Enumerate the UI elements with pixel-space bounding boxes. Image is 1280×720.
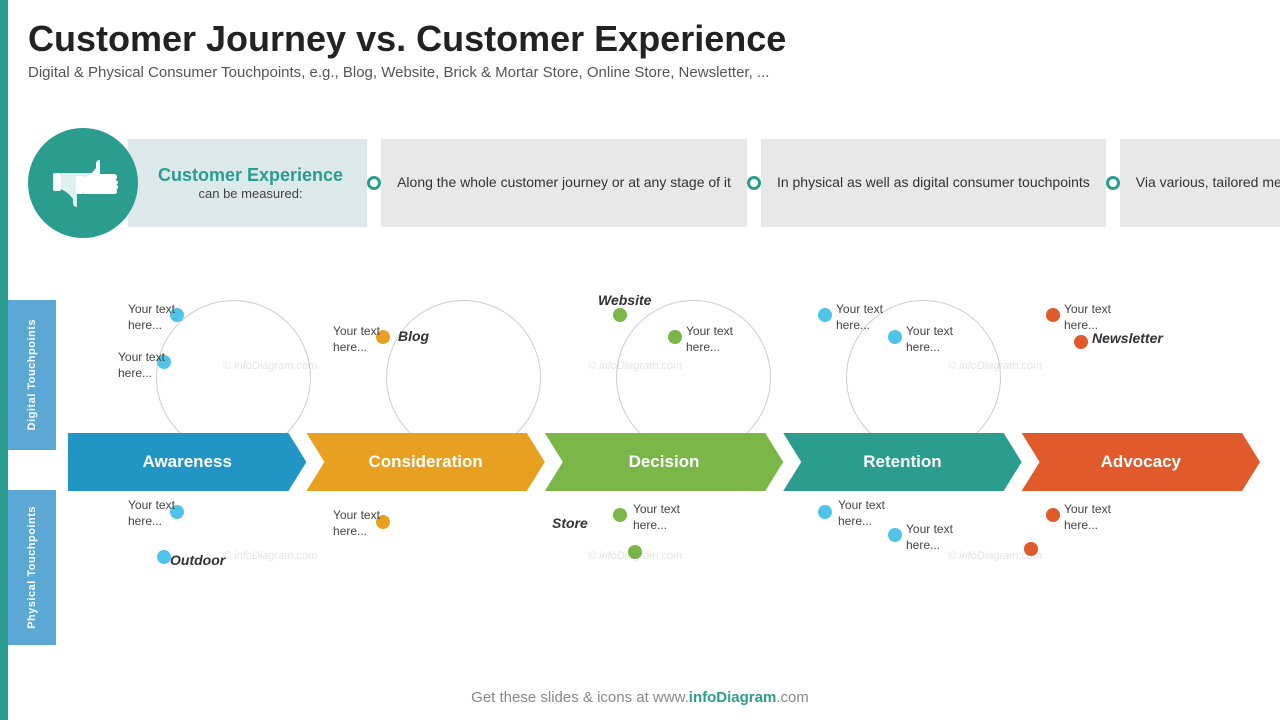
tp-label-d7: Your texthere... xyxy=(906,324,953,355)
sidebar-digital-text: Digital Touchpoints xyxy=(26,319,38,430)
tp-label-p1: Your texthere... xyxy=(128,498,175,529)
tp-dot-d9 xyxy=(1074,335,1088,349)
watermark-6: © infoDiagram.com xyxy=(948,550,1042,562)
journey-circle-3 xyxy=(616,300,771,455)
connector-3 xyxy=(1106,176,1120,190)
watermark-2: © infoDiagram.com xyxy=(588,360,682,372)
tp-label-d3: Your texthere... xyxy=(333,324,380,355)
tp-label-p6: Your texthere... xyxy=(838,498,885,529)
tp-dot-p7 xyxy=(888,528,902,542)
tp-dot-p1 xyxy=(170,505,184,519)
cx-point-1: Along the whole customer journey or at a… xyxy=(381,139,747,227)
arrow-advocacy: Advocacy xyxy=(1022,433,1260,491)
footer-text-pre: Get these slides & icons at www. xyxy=(471,689,689,706)
thumbs-icon xyxy=(48,156,118,211)
tp-label-d6: Your texthere... xyxy=(836,302,883,333)
page-title: Customer Journey vs. Customer Experience xyxy=(28,18,786,60)
tp-label-outdoor: Outdoor xyxy=(170,552,225,568)
tp-dot-p2 xyxy=(157,550,171,564)
cx-point-3: Via various, tailored methodologies xyxy=(1120,139,1280,227)
arrow-row: Awareness Consideration Decision Retenti… xyxy=(68,433,1260,491)
arrow-consideration: Consideration xyxy=(306,433,544,491)
tp-dot-d7 xyxy=(888,330,902,344)
watermark-3: © infoDiagram.com xyxy=(948,360,1042,372)
sidebar-physical-text: Physical Touchpoints xyxy=(26,506,38,629)
tp-label-p4: Your texthere... xyxy=(633,502,680,533)
cx-label-box: Customer Experience can be measured: xyxy=(128,139,367,227)
cx-label-title: Customer Experience xyxy=(158,165,343,186)
tp-dot-p5 xyxy=(628,545,642,559)
tp-label-blog: Blog xyxy=(398,328,429,344)
sidebar-digital-label: Digital Touchpoints xyxy=(8,300,56,450)
tp-dot-d1 xyxy=(170,308,184,322)
tp-label-website: Website xyxy=(598,292,651,308)
cx-label-subtitle: can be measured: xyxy=(158,186,343,201)
tp-dot-d4 xyxy=(613,308,627,322)
connector-2 xyxy=(747,176,761,190)
watermark-4: © infoDiagram.com xyxy=(223,550,317,562)
watermark-1: © infoDiagram.com xyxy=(223,360,317,372)
connector-1 xyxy=(367,176,381,190)
tp-label-p7: Your texthere... xyxy=(906,522,953,553)
tp-dot-d2 xyxy=(157,355,171,369)
tp-dot-p3 xyxy=(376,515,390,529)
tp-label-p8: Your texthere... xyxy=(1064,502,1111,533)
tp-dot-d6 xyxy=(818,308,832,322)
tp-label-d5: Your texthere... xyxy=(686,324,733,355)
footer-text-post: .com xyxy=(776,689,809,706)
tp-dot-p9 xyxy=(1024,542,1038,556)
cx-icon-circle xyxy=(28,128,138,238)
tp-dot-d8 xyxy=(1046,308,1060,322)
tp-dot-p8 xyxy=(1046,508,1060,522)
tp-label-newsletter: Newsletter xyxy=(1092,330,1163,346)
tp-label-store: Store xyxy=(552,515,588,531)
tp-dot-p4 xyxy=(613,508,627,522)
conn-dot-1 xyxy=(367,176,381,190)
cx-point-2: In physical as well as digital consumer … xyxy=(761,139,1106,227)
left-accent-bar xyxy=(0,0,8,720)
arrow-awareness: Awareness xyxy=(68,433,306,491)
arrow-decision: Decision xyxy=(545,433,783,491)
footer: Get these slides & icons at www.infoDiag… xyxy=(0,689,1280,706)
conn-dot-2 xyxy=(747,176,761,190)
arrow-retention: Retention xyxy=(783,433,1021,491)
conn-dot-3 xyxy=(1106,176,1120,190)
footer-brand: infoDiagram xyxy=(689,689,777,706)
journey-circle-1 xyxy=(156,300,311,455)
header: Customer Journey vs. Customer Experience… xyxy=(28,18,786,81)
cx-section: Customer Experience can be measured: Alo… xyxy=(28,128,1260,238)
watermark-5: © infoDiagram.com xyxy=(588,550,682,562)
journey-circle-4 xyxy=(846,300,1001,455)
page-subtitle: Digital & Physical Consumer Touchpoints,… xyxy=(28,64,786,81)
tp-label-d2: Your texthere... xyxy=(118,350,165,381)
tp-dot-p6 xyxy=(818,505,832,519)
tp-label-d1: Your texthere... xyxy=(128,302,175,333)
tp-label-d8: Your texthere... xyxy=(1064,302,1111,333)
tp-label-p3: Your texthere... xyxy=(333,508,380,539)
tp-dot-d3 xyxy=(376,330,390,344)
sidebar-physical-label: Physical Touchpoints xyxy=(8,490,56,645)
journey-circle-2 xyxy=(386,300,541,455)
tp-dot-d5 xyxy=(668,330,682,344)
